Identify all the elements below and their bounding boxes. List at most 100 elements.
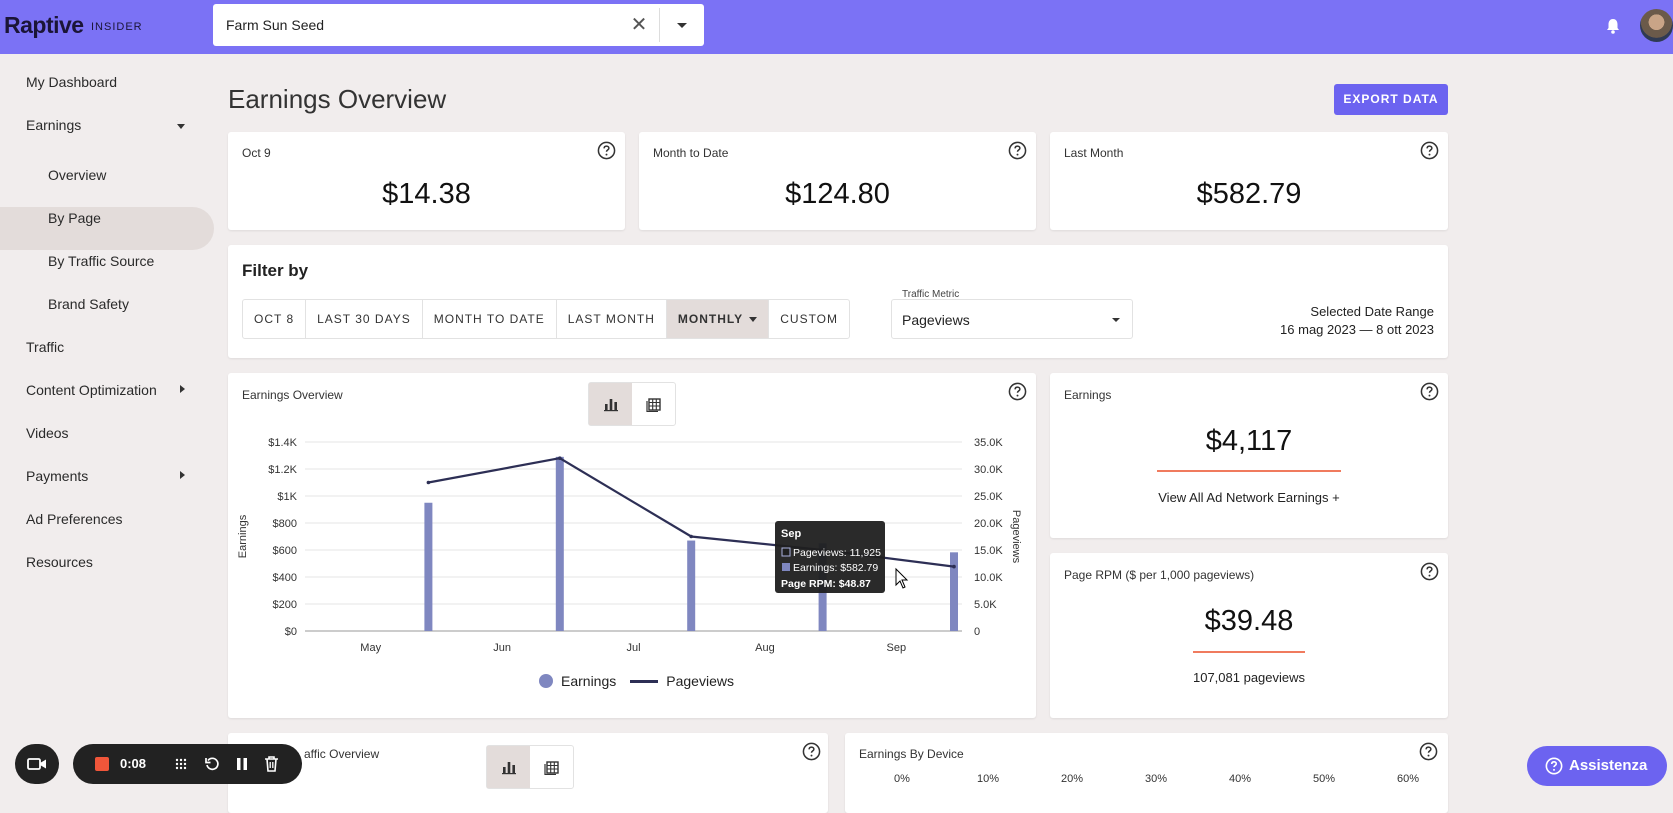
table-icon [543,761,559,775]
device-axis-tick: 50% [1313,773,1336,785]
filter-oct-8-button[interactable]: OCT 8 [243,300,307,338]
filter-month-to-date-button[interactable]: MONTH TO DATE [423,300,557,338]
drag-handle-icon[interactable] [174,757,188,771]
help-icon[interactable] [1420,562,1439,581]
device-axis-tick: 60% [1397,773,1420,785]
earnings-by-device-card: Earnings By Device 0% 10% 20% 30% 40% 50… [845,733,1448,813]
y2-tick-label: 0 [974,626,980,638]
help-icon[interactable] [802,742,821,761]
recording-controls: 0:08 [73,744,302,784]
view-all-ad-network-earnings-link[interactable]: View All Ad Network Earnings + [1050,490,1448,505]
help-icon[interactable] [1419,742,1438,761]
sidebar-item-my-dashboard[interactable]: My Dashboard [26,74,117,90]
traffic-overview-card: affic Overview [228,733,828,813]
pause-icon[interactable] [235,756,249,772]
traffic-card-title: affic Overview [304,747,380,761]
stat-value: $582.79 [1196,178,1302,210]
restart-icon[interactable] [204,756,220,772]
top-bar: Raptive INSIDER Farm Sun Seed ✕ [0,0,1673,54]
avatar[interactable] [1640,9,1673,42]
sidebar-item-traffic[interactable]: Traffic [26,339,64,355]
legend-earnings-label[interactable]: Earnings [561,673,616,689]
stat-value: $14.38 [382,178,471,210]
y-axis-label: Earnings [237,514,249,558]
logo-subtitle: INSIDER [91,21,143,33]
x-tick-label: Jul [626,642,640,654]
sidebar-item-videos[interactable]: Videos [26,425,69,441]
chevron-down-icon [1112,318,1120,322]
sidebar-item-ad-preferences[interactable]: Ad Preferences [26,511,123,527]
filter-custom-button[interactable]: CUSTOM [769,300,849,338]
y2-axis-label: Pageviews [1010,510,1022,564]
x-tick-label: Sep [887,642,907,654]
y-tick-label: $1.2K [268,464,297,476]
filter-last-month-button[interactable]: LAST MONTH [557,300,667,338]
stat-label: Last Month [1064,146,1124,160]
device-axis-tick: 30% [1145,773,1168,785]
mouse-cursor-icon [895,567,909,589]
rpm-card-label: Page RPM ($ per 1,000 pageviews) [1064,568,1255,582]
selected-date-range: Selected Date Range 16 mag 2023 — 8 ott … [1280,303,1434,339]
device-card-title: Earnings By Device [859,747,964,761]
camera-toggle-button[interactable] [15,744,59,784]
y-tick-label: $600 [273,545,297,557]
device-axis-tick: 40% [1229,773,1252,785]
y2-tick-label: 25.0K [974,491,1003,503]
help-icon[interactable] [597,141,616,160]
rpm-value: $39.48 [1204,605,1294,637]
y2-tick-label: 35.0K [974,437,1003,449]
export-data-button[interactable]: EXPORT DATA [1334,84,1448,115]
legend-pageviews-label[interactable]: Pageviews [666,673,734,689]
bell-icon[interactable] [1603,16,1623,36]
earnings-bar [687,540,696,631]
clear-icon[interactable]: ✕ [627,13,651,37]
legend-earnings-swatch [539,674,553,688]
y2-tick-label: 30.0K [974,464,1003,476]
caret-down-icon[interactable] [177,124,185,129]
sidebar-item-payments[interactable]: Payments [26,468,88,484]
table-view-button[interactable] [530,746,573,788]
chart-legend: Earnings Pageviews [539,673,734,689]
filter-monthly-label: MONTHLY [677,312,743,326]
help-icon[interactable] [1420,141,1439,160]
y-tick-label: $400 [273,572,297,584]
help-assistance-button[interactable]: Assistenza [1527,746,1667,786]
sidebar-item-content-optimization[interactable]: Content Optimization [26,382,157,398]
help-icon [1545,757,1563,775]
logo[interactable]: Raptive [4,12,84,39]
sidebar-item-earnings[interactable]: Earnings [26,117,81,133]
x-tick-label: May [360,642,381,654]
help-button-label: Assistenza [1569,757,1648,774]
caret-right-icon[interactable] [180,471,185,479]
caret-right-icon[interactable] [180,385,185,393]
tooltip-pageviews-swatch [781,547,791,557]
help-icon[interactable] [1420,382,1439,401]
chevron-down-icon[interactable] [673,16,691,34]
y2-tick-label: 20.0K [974,518,1003,530]
earnings-overview-chart: $0 0 $200 5.0K $400 10.0K $600 15.0K $800 20.0K $1… [237,437,1022,654]
tooltip-earnings-swatch [782,563,790,571]
traffic-metric-select[interactable]: Pageviews [891,299,1133,339]
y-tick-label: $800 [273,518,297,530]
device-axis-tick: 0% [894,773,910,785]
filter-monthly-button[interactable]: MONTHLY [666,300,770,338]
sidebar-item-by-page[interactable]: By Page [48,210,101,226]
earnings-bar [950,552,958,631]
bar-chart-view-button[interactable] [487,746,530,788]
filter-last-30-days-button[interactable]: LAST 30 DAYS [306,300,423,338]
total-earnings-card: Earnings $4,117 View All Ad Network Earn… [1050,373,1448,538]
help-icon[interactable] [1008,141,1027,160]
earnings-overview-chart-card: Earnings Overview $0 0 $200 5.0K $400 10.0K $6… [228,373,1036,718]
stop-recording-button[interactable] [95,757,109,771]
sidebar-item-by-traffic-source[interactable]: By Traffic Source [48,253,154,269]
site-select-value: Farm Sun Seed [226,17,325,33]
traffic-chart-view-toggle [486,745,574,789]
site-select[interactable]: Farm Sun Seed ✕ [213,4,704,46]
page-title: Earnings Overview [228,84,447,114]
trash-icon[interactable] [264,755,279,772]
y2-tick-label: 10.0K [974,572,1003,584]
sidebar-item-brand-safety[interactable]: Brand Safety [48,296,129,312]
sidebar-item-overview[interactable]: Overview [48,167,106,183]
sidebar-item-resources[interactable]: Resources [26,554,93,570]
stat-label: Oct 9 [242,146,271,160]
